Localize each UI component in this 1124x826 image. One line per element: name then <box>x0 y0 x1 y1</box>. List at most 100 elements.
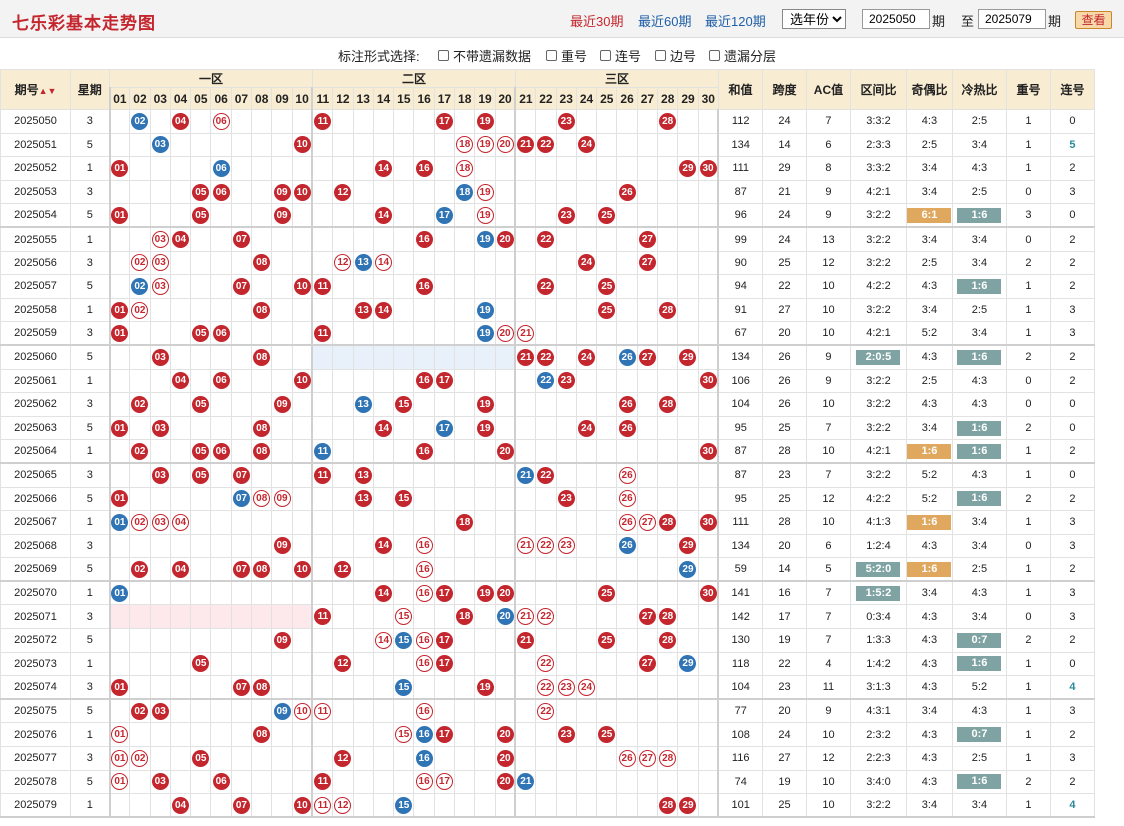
zone-ratio-cell: 3:2:2 <box>849 203 907 229</box>
number-cell-08: 08 <box>251 297 273 323</box>
col-repeat-header: 重号 <box>1005 69 1051 110</box>
span-cell: 24 <box>761 109 807 134</box>
miss-cell <box>433 344 456 370</box>
issue-cell: 2025069 <box>0 557 71 583</box>
span-cell: 25 <box>761 486 807 512</box>
miss-cell <box>657 321 679 347</box>
miss-cell <box>311 675 334 701</box>
miss-cell <box>657 179 679 205</box>
miss-cell <box>169 628 192 653</box>
drawn-ball: 28 <box>659 112 677 130</box>
miss-cell <box>149 557 171 583</box>
ac-cell: 10 <box>805 769 851 795</box>
number-cell-11: 11 <box>311 109 334 134</box>
option-edge[interactable]: 边号 <box>655 46 696 65</box>
drawn-ball: 20 <box>496 584 514 602</box>
period-60-link[interactable]: 最近60期 <box>638 11 691 30</box>
miss-cell <box>190 580 212 606</box>
period-120-link[interactable]: 最近120期 <box>705 11 766 30</box>
number-cell-27: 27 <box>636 250 659 276</box>
option-consecutive[interactable]: 连号 <box>600 46 641 65</box>
miss-cell <box>657 580 679 606</box>
zone-ratio-cell: 4:2:2 <box>849 274 907 299</box>
issue-cell: 2025071 <box>0 604 71 630</box>
odd-even-cell: 1:6 <box>905 510 953 535</box>
miss-cell <box>413 415 435 441</box>
span-cell: 24 <box>761 226 807 252</box>
miss-cell <box>616 156 638 181</box>
miss-cell <box>372 132 395 158</box>
number-header-20: 20 <box>494 87 516 110</box>
issue-cell: 2025052 <box>0 156 71 181</box>
odd-even-cell: 3:4 <box>905 179 953 205</box>
query-button[interactable]: 查看 <box>1075 11 1112 29</box>
checkbox[interactable] <box>655 50 666 61</box>
miss-cell <box>596 415 618 441</box>
drawn-ball: 21 <box>517 136 535 154</box>
number-cell-17: 17 <box>433 769 456 795</box>
checkbox[interactable] <box>438 50 449 61</box>
miss-cell <box>190 250 212 276</box>
miss-cell <box>393 179 415 205</box>
drawn-ball: 10 <box>293 796 311 814</box>
drawn-ball: 05 <box>192 442 210 460</box>
table-row: 2025052 1 01 06 14 16 18 29 30 111 29 8 3:3:2 3:4 4:3 1… <box>0 156 1095 181</box>
miss-cell <box>413 604 435 630</box>
checkbox[interactable] <box>709 50 720 61</box>
miss-cell <box>230 297 253 323</box>
miss-cell <box>169 132 192 158</box>
consecutive-cell: 2 <box>1049 156 1095 181</box>
checkbox[interactable] <box>546 50 557 61</box>
miss-cell <box>677 628 699 653</box>
miss-cell <box>494 793 516 819</box>
miss-cell <box>575 109 598 134</box>
miss-cell <box>555 297 577 323</box>
drawn-ball: 12 <box>334 796 352 814</box>
odd-even-cell-tag: 1:6 <box>907 561 952 577</box>
period-to-input[interactable] <box>978 9 1046 29</box>
sum-cell: 96 <box>717 203 763 229</box>
option-no-missing[interactable]: 不带遗漏数据 <box>438 46 531 65</box>
drawn-ball: 17 <box>435 773 453 791</box>
miss-cell <box>352 321 374 347</box>
miss-cell <box>555 439 577 465</box>
option-repeat[interactable]: 重号 <box>546 46 587 65</box>
drawn-ball: 01 <box>111 324 129 342</box>
number-header-01: 01 <box>108 87 131 110</box>
miss-cell <box>129 651 151 677</box>
hot-cold-cell-tag: 1:6 <box>957 207 1002 223</box>
drawn-ball: 26 <box>618 749 636 767</box>
ac-cell: 7 <box>805 604 851 630</box>
miss-cell <box>697 722 719 748</box>
week-cell: 3 <box>70 392 110 417</box>
miss-cell <box>474 698 496 724</box>
miss-cell <box>514 510 537 535</box>
consecutive-cell: 2 <box>1049 226 1095 252</box>
option-missing-layer[interactable]: 遗漏分层 <box>709 46 776 65</box>
drawn-ball: 21 <box>517 631 535 649</box>
miss-cell <box>230 109 253 134</box>
miss-cell <box>352 203 374 229</box>
repeat-cell: 1 <box>1005 793 1051 819</box>
number-cell-07: 07 <box>230 793 253 819</box>
odd-even-cell: 1:6 <box>905 439 953 465</box>
checkbox[interactable] <box>600 50 611 61</box>
col-issue-header[interactable]: 期号▲▼ <box>0 69 71 110</box>
drawn-ball: 19 <box>476 678 494 696</box>
drawn-ball: 19 <box>476 183 494 201</box>
number-header-12: 12 <box>332 87 354 110</box>
miss-cell <box>352 722 374 748</box>
miss-cell <box>596 769 618 795</box>
sum-cell: 106 <box>717 368 763 394</box>
table-row: 2025075 5 02 03 09 10 11 16 22 77 20 9 4:3:1 3:4 4:3 1 3 <box>0 698 1095 724</box>
period-30-link[interactable]: 最近30期 <box>570 11 623 30</box>
period-from-input[interactable] <box>862 9 930 29</box>
special-ball: 15 <box>395 796 413 814</box>
drawn-ball: 10 <box>293 702 311 720</box>
week-cell: 5 <box>70 698 110 724</box>
year-select[interactable]: 选年份 <box>782 9 846 29</box>
miss-cell <box>271 510 293 535</box>
zone-ratio-cell: 3:2:2 <box>849 250 907 276</box>
drawn-ball: 06 <box>212 112 230 130</box>
miss-cell <box>190 557 212 583</box>
